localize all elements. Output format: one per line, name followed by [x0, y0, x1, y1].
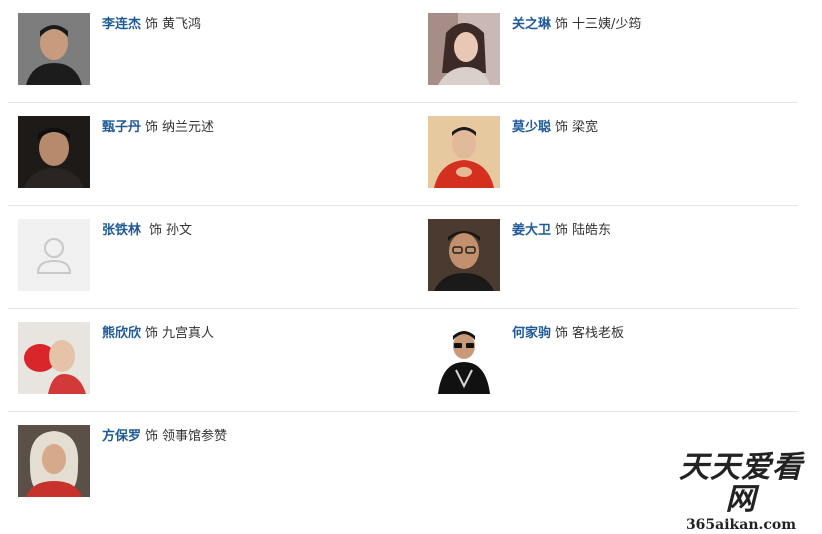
actor-photo[interactable]: [18, 425, 90, 497]
role-separator: 饰: [149, 223, 163, 238]
cast-item: 莫少聪饰梁宽: [428, 116, 818, 190]
actor-name-link[interactable]: 关之琳: [512, 17, 551, 32]
role-separator: 饰: [145, 120, 159, 135]
cast-item: 方保罗饰领事馆参赞: [18, 425, 408, 499]
role-name: 陆皓东: [572, 223, 612, 238]
role-name: 孙文: [166, 223, 193, 238]
cast-item: 关之琳饰十三姨/少筠: [428, 13, 818, 87]
site-watermark: 天天爱看网 365aikan.com: [666, 452, 816, 534]
cast-item: 熊欣欣饰九宫真人: [18, 322, 408, 396]
actor-name-link[interactable]: 甄子丹: [102, 120, 141, 135]
actor-name-link[interactable]: 方保罗: [102, 429, 141, 444]
role-separator: 饰: [145, 429, 159, 444]
actor-name-link[interactable]: 熊欣欣: [102, 326, 141, 341]
role-name: 九宫真人: [162, 326, 215, 341]
actor-photo[interactable]: [428, 116, 500, 188]
role-separator: 饰: [555, 223, 569, 238]
cast-info: 张铁林饰孙文: [102, 221, 192, 241]
watermark-title: 天天爱看网: [679, 450, 803, 517]
actor-name-link[interactable]: 李连杰: [102, 17, 141, 32]
actor-photo[interactable]: [428, 219, 500, 291]
role-name: 十三姨/少筠: [572, 17, 642, 32]
cast-grid: 李连杰饰黄飞鸿 关之琳饰十三姨/少筠 甄子丹 饰 纳兰元述 莫少聪 饰 梁宽 张…: [8, 0, 798, 514]
role-separator: 饰: [145, 17, 159, 32]
cast-info: 甄子丹饰纳兰元述: [102, 118, 214, 138]
cast-info: 方保罗饰领事馆参赞: [102, 427, 227, 447]
cast-info: 姜大卫饰陆皓东: [512, 221, 611, 241]
role-name: 领事馆参赞: [162, 429, 228, 444]
actor-name-link[interactable]: 何家驹: [512, 326, 551, 341]
actor-photo[interactable]: [428, 13, 500, 85]
cast-item: 李连杰饰黄飞鸿: [18, 13, 408, 87]
role-name: 客栈老板: [572, 326, 625, 341]
cast-info: 关之琳饰十三姨/少筠: [512, 15, 641, 35]
role-separator: 饰: [555, 326, 569, 341]
role-name: 纳兰元述: [162, 120, 215, 135]
actor-photo[interactable]: [18, 13, 90, 85]
actor-name-link[interactable]: 张铁林: [102, 223, 141, 238]
cast-item: 张铁林饰孙文: [18, 219, 408, 293]
role-separator: 饰: [555, 120, 569, 135]
cast-item: 甄子丹饰纳兰元述: [18, 116, 408, 190]
actor-photo[interactable]: [18, 322, 90, 394]
cast-info: 李连杰饰黄飞鸿: [102, 15, 201, 35]
role-name: 黄飞鸿: [162, 17, 202, 32]
actor-name-link[interactable]: 姜大卫: [512, 223, 551, 238]
cast-row: 熊欣欣饰九宫真人 何家驹饰客栈老板: [8, 309, 798, 412]
placeholder-avatar-icon[interactable]: [18, 219, 90, 291]
role-separator: 饰: [555, 17, 569, 32]
role-name: 梁宽: [572, 120, 599, 135]
cast-row: 甄子丹饰纳兰元述 莫少聪饰梁宽: [8, 103, 798, 206]
cast-item: 何家驹饰客栈老板: [428, 322, 818, 396]
cast-item: 姜大卫饰陆皓东: [428, 219, 818, 293]
watermark-url: 365aikan.com: [685, 517, 797, 533]
cast-info: 莫少聪饰梁宽: [512, 118, 598, 138]
role-separator: 饰: [145, 326, 159, 341]
cast-row: 李连杰饰黄飞鸿 关之琳饰十三姨/少筠: [8, 0, 798, 103]
actor-photo[interactable]: [428, 322, 500, 394]
actor-photo[interactable]: [18, 116, 90, 188]
actor-name-link[interactable]: 莫少聪: [512, 120, 551, 135]
cast-info: 熊欣欣饰九宫真人: [102, 324, 214, 344]
cast-info: 何家驹饰客栈老板: [512, 324, 624, 344]
cast-row: 张铁林饰孙文 姜大卫饰陆皓东: [8, 206, 798, 309]
